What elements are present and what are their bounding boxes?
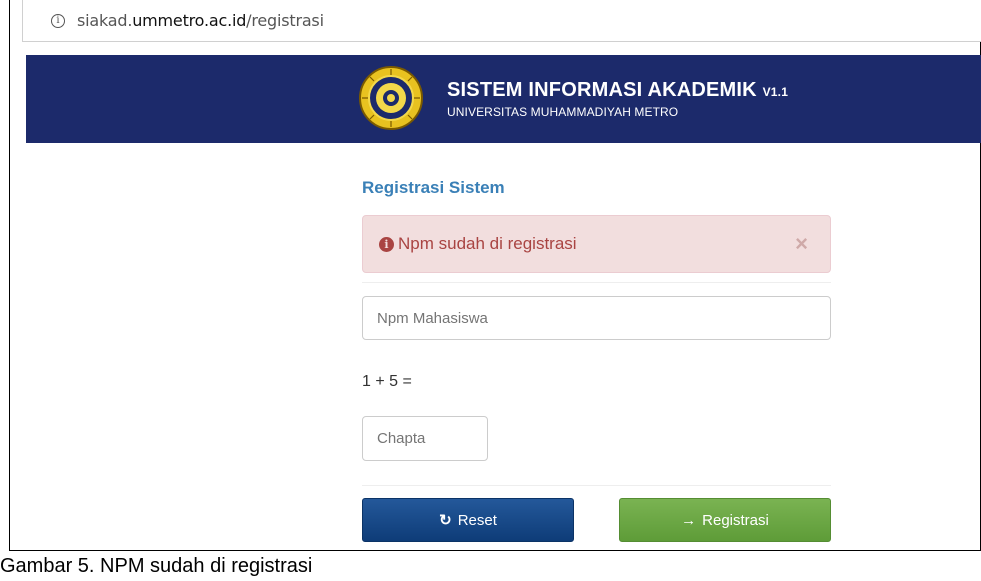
reset-button[interactable]: ↻ Reset <box>362 498 574 542</box>
captcha-question: 1 + 5 = <box>362 373 412 390</box>
error-alert: i Npm sudah di registrasi × <box>362 215 831 273</box>
info-icon[interactable]: i <box>51 13 65 28</box>
version-badge: V1.1 <box>762 85 789 99</box>
refresh-icon: ↻ <box>439 512 452 529</box>
register-label: Registrasi <box>702 511 769 529</box>
title-text: SISTEM INFORMASI AKADEMIK <box>447 79 757 101</box>
university-seal-logo <box>359 66 423 130</box>
close-icon[interactable]: × <box>795 231 808 257</box>
url-path: /registrasi <box>246 11 324 30</box>
register-button[interactable]: → Registrasi <box>619 498 831 542</box>
app-subtitle: UNIVERSITAS MUHAMMADIYAH METRO <box>447 105 679 119</box>
url-host: ummetro.ac.id <box>132 11 247 30</box>
figure-caption: Gambar 5. NPM sudah di registrasi <box>0 555 313 577</box>
divider <box>362 485 831 486</box>
npm-input[interactable] <box>362 296 831 340</box>
sign-in-icon: → <box>681 511 697 529</box>
site-header: SISTEM INFORMASI AKADEMIK V1.1 UNIVERSIT… <box>26 55 981 143</box>
url-text[interactable]: siakad.ummetro.ac.id/registrasi <box>77 11 324 30</box>
alert-message: Npm sudah di registrasi <box>398 234 577 253</box>
url-prefix: siakad. <box>77 11 133 30</box>
form-heading: Registrasi Sistem <box>362 178 505 197</box>
browser-address-bar[interactable]: i siakad.ummetro.ac.id/registrasi <box>22 0 981 42</box>
info-circle-icon: i <box>379 236 394 252</box>
captcha-input[interactable] <box>362 416 488 461</box>
divider <box>362 282 831 283</box>
reset-label: Reset <box>457 511 497 529</box>
app-title: SISTEM INFORMASI AKADEMIK V1.1 <box>447 79 788 102</box>
